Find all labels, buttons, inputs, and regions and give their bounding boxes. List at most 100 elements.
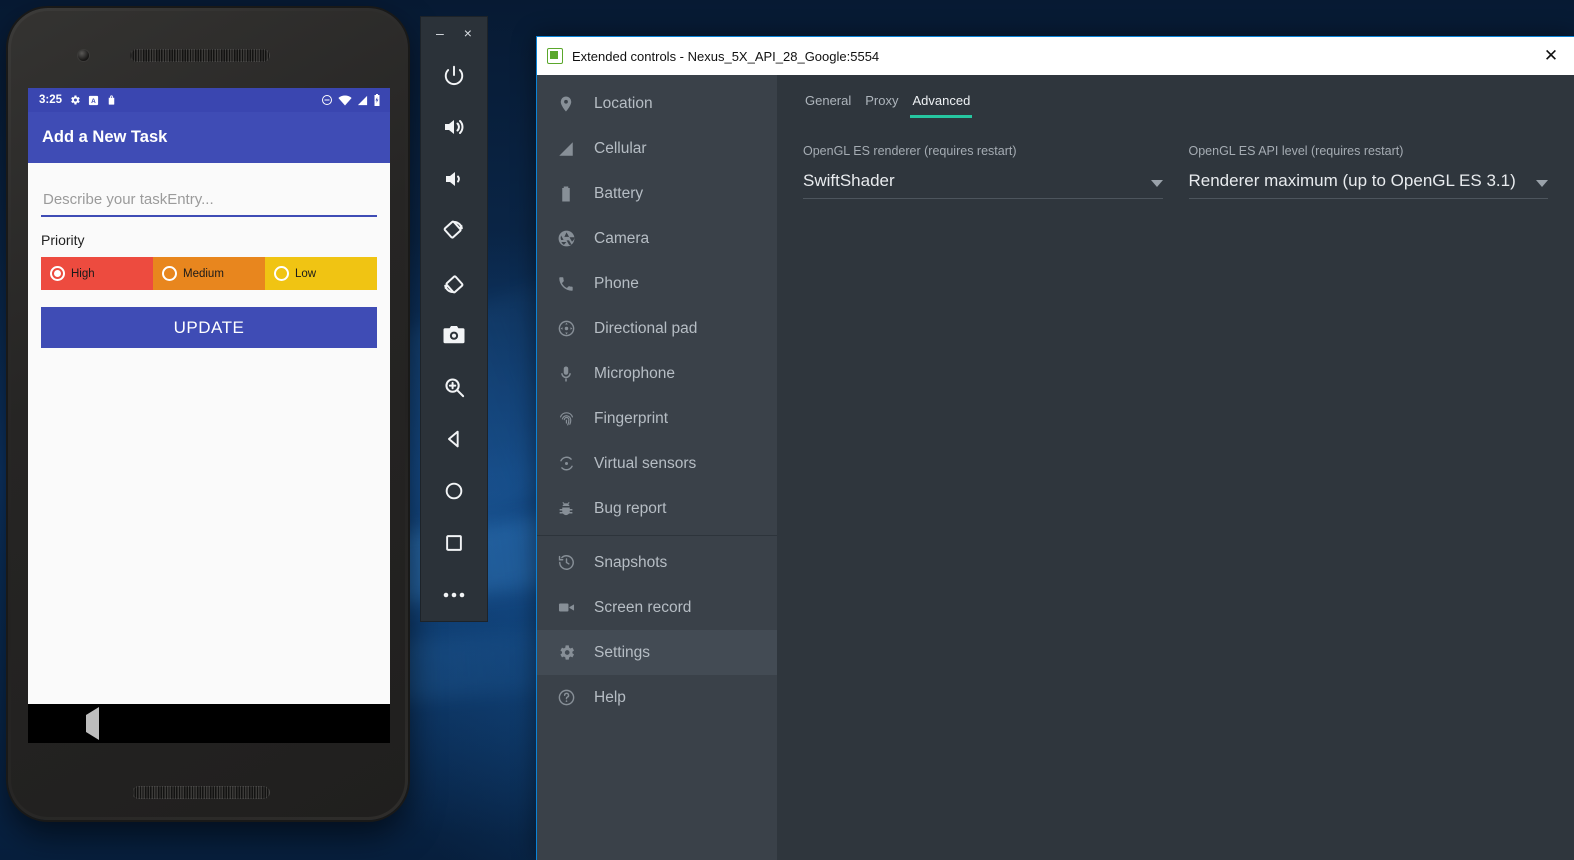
gear-icon xyxy=(555,643,577,662)
advanced-settings-fields: OpenGL ES renderer (requires restart) Sw… xyxy=(803,144,1574,199)
task-description-input[interactable] xyxy=(41,189,377,217)
sidebar-item-directional-pad[interactable]: Directional pad xyxy=(537,306,777,351)
window-title: Extended controls - Nexus_5X_API_28_Goog… xyxy=(572,48,880,64)
priority-option-medium-label: Medium xyxy=(183,267,224,280)
app-bar-title: Add a New Task xyxy=(42,128,168,146)
emulator-side-toolbar: – × xyxy=(420,16,488,622)
priority-option-low[interactable]: Low xyxy=(265,257,377,290)
fingerprint-icon xyxy=(555,409,577,428)
settings-tabs: General Proxy Advanced xyxy=(803,91,1574,118)
sidebar-item-cellular[interactable]: Cellular xyxy=(537,126,777,171)
zoom-in-icon[interactable] xyxy=(421,361,487,413)
camera-aperture-icon xyxy=(555,229,577,248)
volume-down-icon[interactable] xyxy=(421,153,487,205)
sidebar-item-settings[interactable]: Settings xyxy=(537,630,777,675)
sidebar-item-screen-record[interactable]: Screen record xyxy=(537,585,777,630)
radio-button-medium[interactable] xyxy=(162,266,177,281)
phone-handset-icon xyxy=(555,275,577,293)
extended-controls-window: Extended controls - Nexus_5X_API_28_Goog… xyxy=(536,36,1574,860)
sidebar-item-bug-report[interactable]: Bug report xyxy=(537,486,777,531)
opengl-api-level-label: OpenGL ES API level (requires restart) xyxy=(1188,144,1404,158)
phone-bottom-speaker xyxy=(132,786,270,799)
emulator-minimize-button[interactable]: – xyxy=(436,26,444,40)
emulator-window-controls: – × xyxy=(421,17,487,49)
location-pin-icon xyxy=(555,95,577,113)
wifi-icon xyxy=(338,95,352,106)
window-title-bar[interactable]: Extended controls - Nexus_5X_API_28_Goog… xyxy=(537,37,1574,75)
back-icon[interactable] xyxy=(421,413,487,465)
status-bar-clock: 3:25 xyxy=(39,94,63,106)
sidebar-item-label: Help xyxy=(594,688,626,706)
settings-gear-icon xyxy=(69,94,81,106)
sidebar-item-virtual-sensors[interactable]: Virtual sensors xyxy=(537,441,777,486)
sidebar-item-phone[interactable]: Phone xyxy=(537,261,777,306)
video-camera-icon xyxy=(555,598,577,617)
app-content: Priority High Medium Low UPDATE xyxy=(28,163,390,704)
update-button[interactable]: UPDATE xyxy=(41,307,377,348)
chevron-down-icon xyxy=(1536,180,1548,187)
sidebar-item-microphone[interactable]: Microphone xyxy=(537,351,777,396)
screenshot-camera-icon[interactable] xyxy=(421,309,487,361)
close-icon[interactable]: ✕ xyxy=(1528,37,1574,75)
priority-option-medium[interactable]: Medium xyxy=(153,257,265,290)
shopping-bag-icon xyxy=(106,94,117,106)
battery-icon xyxy=(555,185,577,203)
task-input-wrapper xyxy=(41,177,377,217)
tab-proxy[interactable]: Proxy xyxy=(863,91,900,118)
sidebar-item-snapshots[interactable]: Snapshots xyxy=(537,540,777,585)
opengl-api-level-value: Renderer maximum (up to OpenGL ES 3.1) xyxy=(1188,171,1516,190)
phone-earpiece-speaker xyxy=(130,49,270,62)
sidebar-item-label: Bug report xyxy=(594,499,667,517)
android-navigation-bar xyxy=(28,704,390,743)
bug-icon xyxy=(555,500,577,518)
sidebar-item-label: Battery xyxy=(594,184,644,202)
sidebar-item-camera[interactable]: Camera xyxy=(537,216,777,261)
sidebar-item-label: Snapshots xyxy=(594,553,668,571)
app-a-icon: A xyxy=(88,95,99,106)
overview-icon[interactable] xyxy=(421,517,487,569)
rotate-right-icon[interactable] xyxy=(421,257,487,309)
sidebar-item-label: Location xyxy=(594,94,653,112)
opengl-api-level-dropdown[interactable]: Renderer maximum (up to OpenGL ES 3.1) xyxy=(1188,171,1548,199)
virtual-sensors-icon xyxy=(555,454,577,473)
do-not-disturb-icon xyxy=(321,94,333,106)
home-icon[interactable] xyxy=(421,465,487,517)
sidebar-item-help[interactable]: Help xyxy=(537,675,777,720)
tab-general[interactable]: General xyxy=(803,91,853,118)
microphone-icon xyxy=(555,365,577,383)
nav-back-icon[interactable] xyxy=(86,706,100,740)
opengl-api-level-field: OpenGL ES API level (requires restart) R… xyxy=(1188,144,1548,199)
opengl-renderer-value: SwiftShader xyxy=(803,171,895,190)
power-icon[interactable] xyxy=(421,49,487,101)
svg-text:A: A xyxy=(91,97,96,104)
sidebar-item-label: Settings xyxy=(594,643,651,661)
question-circle-icon xyxy=(555,688,577,707)
sidebar-item-location[interactable]: Location xyxy=(537,81,777,126)
sidebar-item-battery[interactable]: Battery xyxy=(537,171,777,216)
sidebar-item-label: Fingerprint xyxy=(594,409,669,427)
priority-option-high[interactable]: High xyxy=(41,257,153,290)
android-emulator-icon xyxy=(547,48,563,64)
opengl-renderer-dropdown[interactable]: SwiftShader xyxy=(803,171,1163,199)
volume-up-icon[interactable] xyxy=(421,101,487,153)
battery-icon xyxy=(373,94,381,106)
rotate-left-icon[interactable] xyxy=(421,205,487,257)
dpad-icon xyxy=(555,319,577,338)
priority-label: Priority xyxy=(41,232,85,248)
opengl-renderer-label: OpenGL ES renderer (requires restart) xyxy=(803,144,1017,158)
extended-controls-sidebar: Location Cellular Battery Camera Phone D… xyxy=(537,75,777,860)
sidebar-item-fingerprint[interactable]: Fingerprint xyxy=(537,396,777,441)
app-bar: Add a New Task xyxy=(28,112,390,163)
cellular-signal-icon xyxy=(555,140,577,158)
radio-button-low[interactable] xyxy=(274,266,289,281)
android-status-bar: 3:25 A xyxy=(28,88,390,112)
priority-option-high-label: High xyxy=(71,267,95,280)
emulator-close-button[interactable]: × xyxy=(464,26,472,40)
history-clock-icon xyxy=(555,553,577,572)
opengl-renderer-field: OpenGL ES renderer (requires restart) Sw… xyxy=(803,144,1163,199)
sidebar-item-label: Camera xyxy=(594,229,650,247)
sidebar-item-label: Screen record xyxy=(594,598,692,616)
tab-advanced[interactable]: Advanced xyxy=(910,91,973,118)
radio-button-high[interactable] xyxy=(50,266,65,281)
more-icon[interactable] xyxy=(421,569,487,621)
